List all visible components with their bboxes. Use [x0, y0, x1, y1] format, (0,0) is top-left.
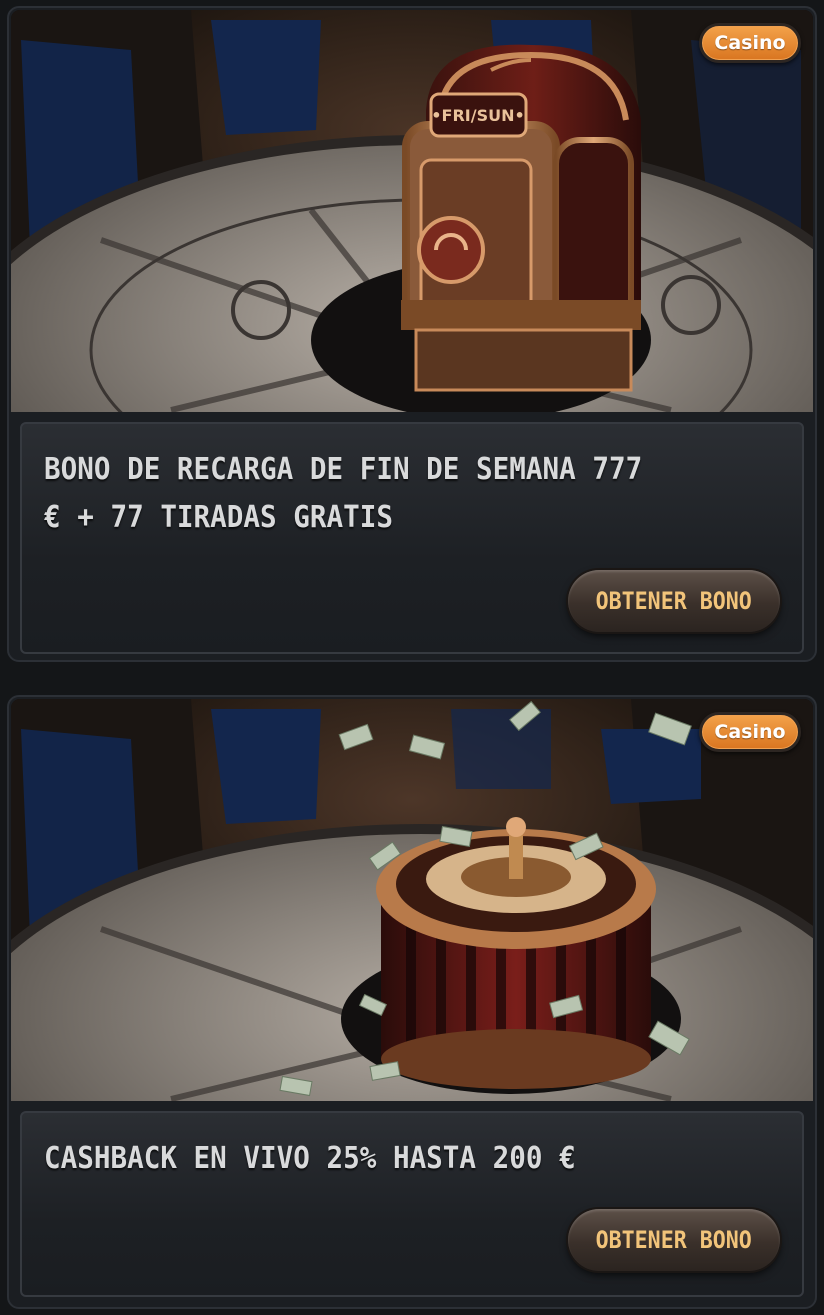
get-bonus-label: OBTENER BONO [595, 1226, 753, 1254]
promo-card-live-cashback: Casino CASHBACK EN VIVO 25% HASTA 200 € … [7, 695, 817, 1309]
get-bonus-label: OBTENER BONO [595, 587, 753, 615]
get-bonus-button[interactable]: OBTENER BONO [568, 570, 780, 632]
promo-card-weekend-reload: •FRI/SUN• Casino BONO DE RECARGA DE FIN … [7, 6, 817, 662]
promo-banner-image: •FRI/SUN• [11, 10, 813, 412]
casino-badge: Casino [699, 712, 801, 752]
roulette-cashback-illustration [11, 699, 813, 1101]
promo-title: CASHBACK EN VIVO 25% HASTA 200 € [44, 1141, 576, 1176]
promo-title: BONO DE RECARGA DE FIN DE SEMANA 777 € +… [44, 452, 643, 535]
promo-banner-image [11, 699, 813, 1101]
get-bonus-button[interactable]: OBTENER BONO [568, 1209, 780, 1271]
promo-info-panel: CASHBACK EN VIVO 25% HASTA 200 € OBTENER… [20, 1111, 804, 1297]
casino-badge: Casino [699, 23, 801, 63]
promo-info-panel: BONO DE RECARGA DE FIN DE SEMANA 777 € +… [20, 422, 804, 654]
safe-sign-text: •FRI/SUN• [431, 106, 524, 125]
weekend-safe-illustration: •FRI/SUN• [11, 10, 813, 412]
